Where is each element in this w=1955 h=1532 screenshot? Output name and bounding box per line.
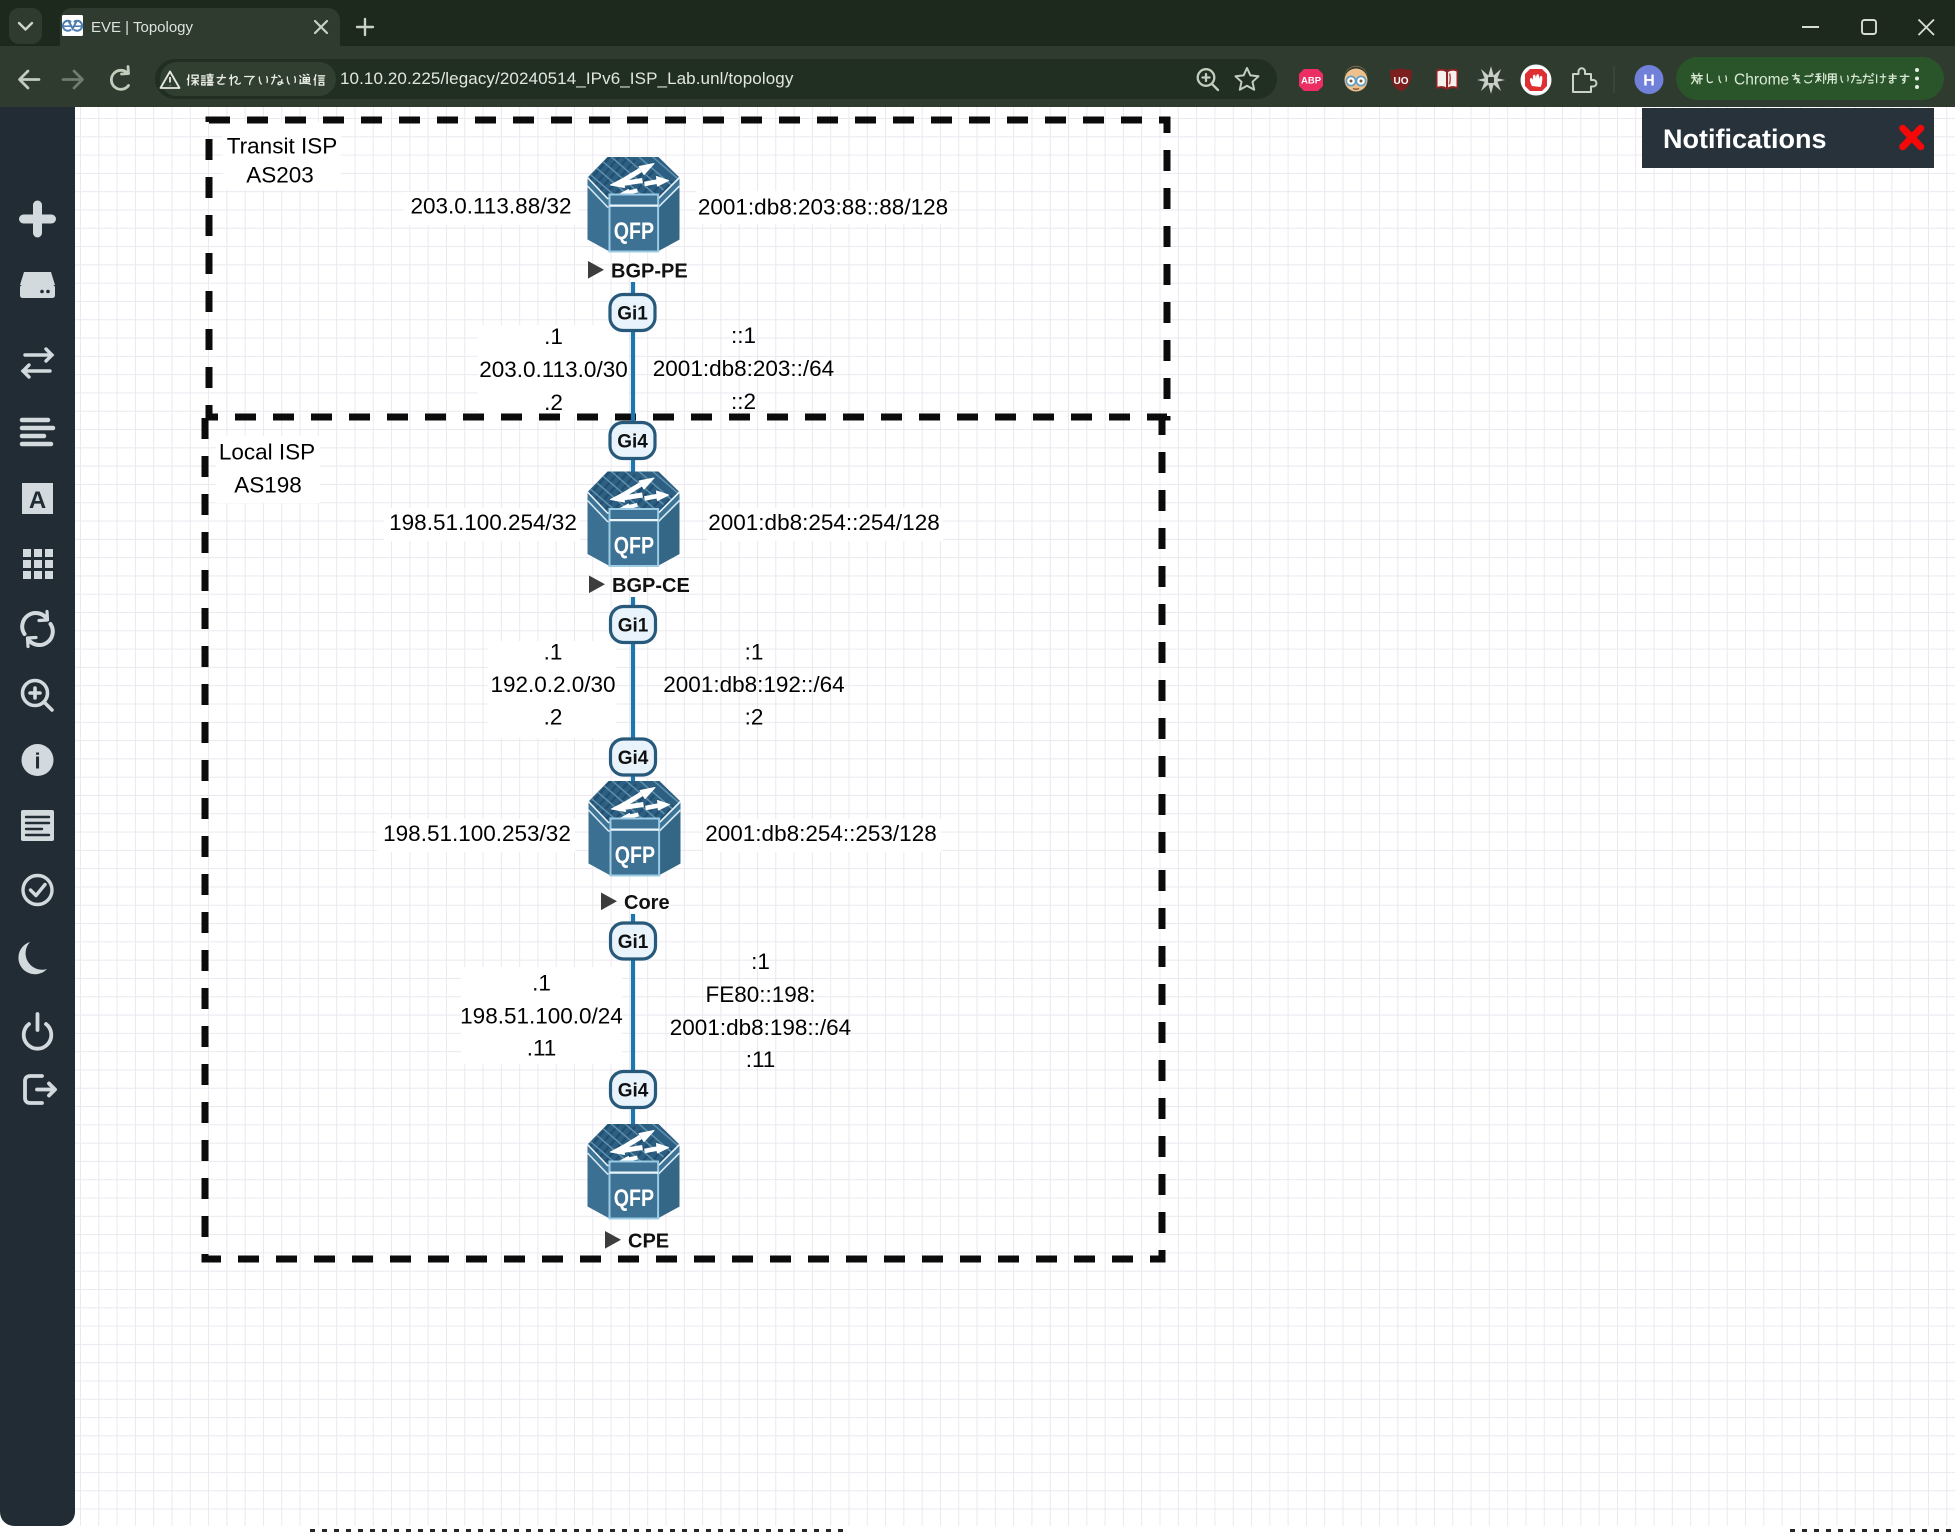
svg-text:AS198: AS198 <box>234 473 302 498</box>
svg-text:UO: UO <box>1394 76 1409 87</box>
svg-text:2001:db8:192::/64: 2001:db8:192::/64 <box>663 672 844 697</box>
svg-text:Core: Core <box>624 892 670 914</box>
svg-text:Gi4: Gi4 <box>617 432 648 453</box>
svg-text:Gi1: Gi1 <box>618 616 649 637</box>
svg-text::1: :1 <box>751 949 770 974</box>
svg-text:.11: .11 <box>527 1036 557 1061</box>
svg-text:203.0.113.0/30: 203.0.113.0/30 <box>479 357 627 382</box>
svg-text:H: H <box>1643 73 1655 90</box>
svg-text::2: :2 <box>745 705 764 730</box>
svg-text:Gi4: Gi4 <box>618 748 649 769</box>
svg-text:.2: .2 <box>544 705 563 730</box>
svg-text:Local ISP: Local ISP <box>219 440 315 465</box>
svg-text:2001:db8:254::254/128: 2001:db8:254::254/128 <box>708 510 939 535</box>
svg-text:198.51.100.254/32: 198.51.100.254/32 <box>389 510 577 535</box>
svg-text:FE80::198:: FE80::198: <box>705 982 815 1007</box>
svg-text:198.51.100.0/24: 198.51.100.0/24 <box>460 1004 623 1029</box>
svg-text:CPE: CPE <box>628 1231 669 1253</box>
svg-text::11: :11 <box>746 1047 776 1072</box>
svg-text:2001:db8:203::/64: 2001:db8:203::/64 <box>653 356 834 381</box>
svg-text::1: :1 <box>745 640 764 665</box>
svg-text:198.51.100.253/32: 198.51.100.253/32 <box>383 821 571 846</box>
svg-text:.1: .1 <box>544 324 563 349</box>
svg-text:Gi1: Gi1 <box>618 932 649 953</box>
svg-text:203.0.113.88/32: 203.0.113.88/32 <box>411 194 572 219</box>
svg-text:i: i <box>34 749 40 774</box>
svg-text:Chrome: Chrome <box>1734 72 1789 89</box>
svg-text:::1: ::1 <box>731 323 756 348</box>
svg-text:.1: .1 <box>544 640 563 665</box>
svg-text:A: A <box>29 487 46 514</box>
svg-text:2001:db8:254::253/128: 2001:db8:254::253/128 <box>705 821 936 846</box>
svg-text:.1: .1 <box>532 971 551 996</box>
svg-text:BGP-CE: BGP-CE <box>612 575 690 597</box>
svg-text:192.0.2.0/30: 192.0.2.0/30 <box>490 672 615 697</box>
svg-text:Transit ISP: Transit ISP <box>227 134 337 159</box>
svg-text:ABP: ABP <box>1301 76 1322 87</box>
svg-text:::2: ::2 <box>731 389 756 414</box>
svg-text:BGP-PE: BGP-PE <box>611 261 688 283</box>
svg-text:Gi4: Gi4 <box>618 1081 649 1102</box>
svg-text:2001:db8:198::/64: 2001:db8:198::/64 <box>670 1015 851 1040</box>
svg-text:.2: .2 <box>544 390 563 415</box>
svg-text:AS203: AS203 <box>246 163 314 188</box>
svg-text:Gi1: Gi1 <box>617 304 648 325</box>
svg-text:2001:db8:203:88::88/128: 2001:db8:203:88::88/128 <box>698 195 948 220</box>
